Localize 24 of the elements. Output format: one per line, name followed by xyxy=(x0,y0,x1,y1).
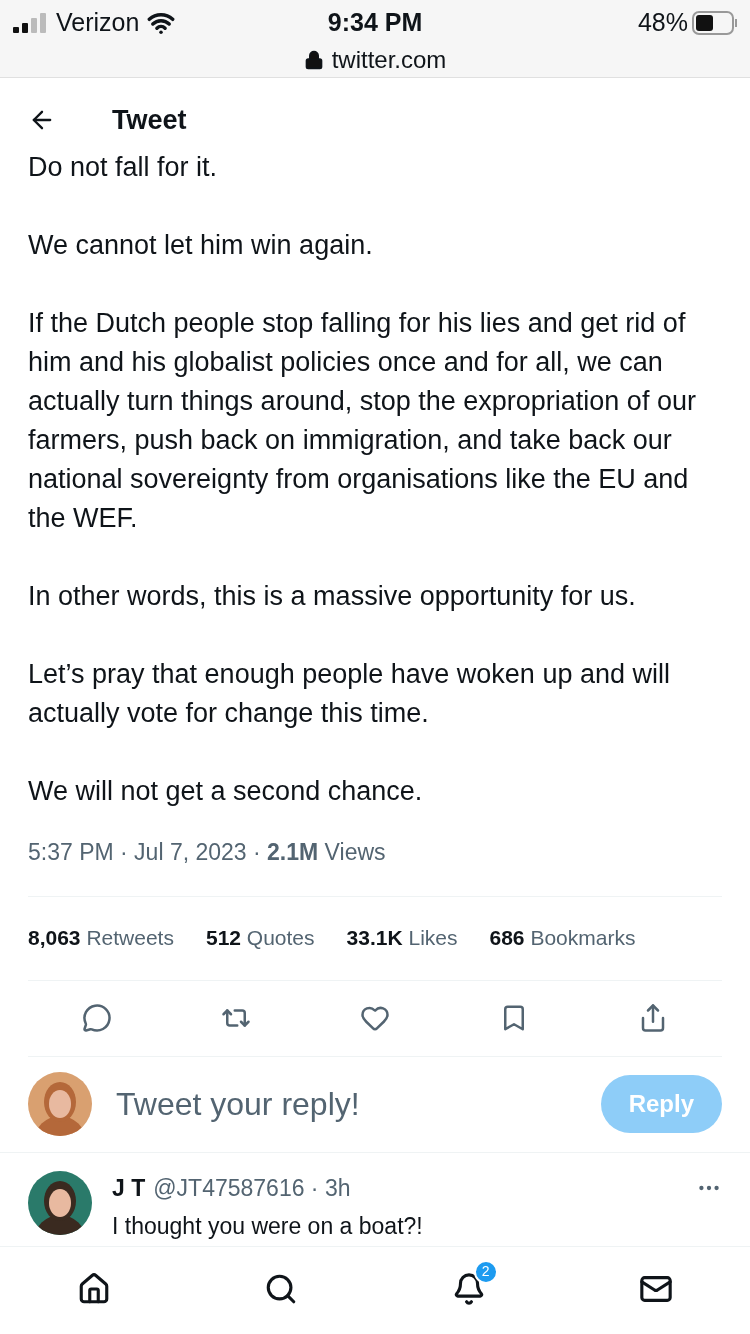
tweet-timestamp: 5:37 PM · Jul 7, 2023 · 2.1M Views xyxy=(28,835,722,897)
page-title: Tweet xyxy=(112,103,187,137)
reply-author-name[interactable]: J T xyxy=(112,1170,146,1205)
stat-count[interactable]: 512 Quotes xyxy=(205,922,315,954)
tweet-text: Do not fall for it. xyxy=(28,151,219,184)
tweet-text: If the Dutch people stop falling for his lies and get rid of him and his globalist policies once and for all, we can actually turn things around, stop the expropriation of our farmers, push back on immigration, and take back our national sovereignty from organisations like the EU and the WEF. xyxy=(28,307,697,535)
lock-icon xyxy=(303,49,324,70)
tweet-text: We cannot let him win again. xyxy=(28,229,374,262)
reply-text: I thought you were on a boat?! xyxy=(112,1212,424,1241)
battery-icon xyxy=(692,10,738,35)
notification-badge: 2 xyxy=(473,1259,498,1284)
battery-percentage: 48% xyxy=(637,7,688,38)
stat-count[interactable]: 33.1K Likes xyxy=(346,922,458,954)
signal-icon xyxy=(12,12,48,33)
tweet-text: We will not get a second chance. xyxy=(28,775,424,808)
reply-handle: @JT47587616 · 3h xyxy=(153,1173,351,1203)
stat-count[interactable]: 8,063 Retweets xyxy=(28,922,174,954)
carrier-name: Verizon xyxy=(56,7,140,38)
clock-time: 9:34 PM xyxy=(327,7,423,38)
url-text[interactable]: twitter.com xyxy=(331,41,447,78)
tweet-text: In other words, this is a massive opportunity for us. xyxy=(28,580,637,613)
stat-count[interactable]: 686 Bookmarks xyxy=(489,922,636,954)
tweet-text: Let’s pray that enough people have woken up and will actually vote for change this time. xyxy=(28,658,671,730)
speech-bubble-icon[interactable] xyxy=(82,1003,113,1033)
